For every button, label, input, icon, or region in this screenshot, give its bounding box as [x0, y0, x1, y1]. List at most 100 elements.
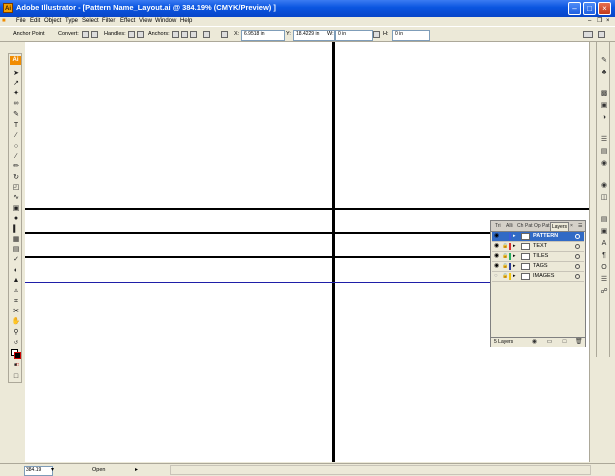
- layer-target-icon[interactable]: [575, 264, 580, 269]
- menu-help[interactable]: Help: [180, 17, 192, 26]
- tab-character[interactable]: Ch: [517, 222, 523, 230]
- fill-stroke-swatch[interactable]: [11, 349, 21, 359]
- layer-row-text[interactable]: ◉ 🔒 ▸ TEXT: [492, 242, 584, 252]
- scissors-tool-icon[interactable]: ✂: [11, 307, 21, 316]
- show-handles-icon[interactable]: [128, 31, 135, 38]
- horizontal-scrollbar[interactable]: [170, 465, 591, 475]
- transparency-panel-icon[interactable]: ◑: [599, 114, 609, 122]
- swap-fill-stroke-icon[interactable]: ↺: [11, 339, 21, 348]
- convert-smooth-icon[interactable]: [91, 31, 98, 38]
- expand-triangle-icon[interactable]: ▸: [513, 253, 516, 260]
- panel-options-icon[interactable]: [598, 31, 605, 38]
- symbols-panel-icon[interactable]: ♣: [599, 69, 609, 77]
- color-mode-icons[interactable]: ■□: [11, 361, 21, 370]
- menu-edit[interactable]: Edit: [30, 17, 40, 26]
- horizontal-line-2[interactable]: [25, 232, 490, 234]
- create-layer-icon[interactable]: □: [561, 339, 568, 346]
- expand-triangle-icon[interactable]: ▸: [513, 233, 516, 240]
- visibility-eye-icon[interactable]: ◉: [494, 263, 500, 269]
- layer-name[interactable]: PATTERN: [533, 232, 558, 241]
- hide-handles-icon[interactable]: [137, 31, 144, 38]
- lock-icon[interactable]: 🔒: [502, 273, 508, 279]
- free-transform-tool-icon[interactable]: ▣: [11, 204, 21, 213]
- tab-paragraph[interactable]: Pat: [525, 222, 533, 230]
- live-paint-selection-icon[interactable]: ▵: [11, 286, 21, 295]
- layer-name[interactable]: TAGS: [533, 262, 548, 271]
- type-tool-icon[interactable]: T: [11, 121, 21, 130]
- pencil-tool-icon[interactable]: ✏: [11, 162, 21, 171]
- graph-tool-icon[interactable]: ▍: [11, 225, 21, 234]
- menu-object[interactable]: Object: [44, 17, 61, 26]
- lock-icon[interactable]: 🔒: [502, 243, 508, 249]
- vertical-guide-line[interactable]: [332, 42, 335, 462]
- control-panel-menu-icon[interactable]: [583, 31, 593, 38]
- layer-target-icon[interactable]: [575, 234, 580, 239]
- eyedropper-tool-icon[interactable]: ✓: [11, 255, 21, 264]
- connect-anchor-icon[interactable]: [181, 31, 188, 38]
- menu-view[interactable]: View: [139, 17, 152, 26]
- visibility-eye-icon[interactable]: ◉: [494, 253, 500, 259]
- panel-menu-icon[interactable]: ☰: [578, 222, 582, 230]
- tab-layers[interactable]: Layers: [550, 222, 570, 231]
- paragraph-panel-icon[interactable]: ¶: [599, 252, 609, 260]
- selection-tool-icon[interactable]: ➤: [11, 69, 21, 78]
- doc-restore-icon[interactable]: ❐: [597, 17, 602, 26]
- tab-transform[interactable]: Tri: [495, 222, 501, 230]
- lock-icon[interactable]: 🔒: [502, 253, 508, 259]
- pathfinder-panel-icon[interactable]: ▣: [599, 228, 609, 236]
- layer-row-images[interactable]: ○ 🔒 ▸ IMAGES: [492, 272, 584, 282]
- isolate-icon[interactable]: [203, 31, 210, 38]
- expand-triangle-icon[interactable]: ▸: [513, 263, 516, 270]
- menu-file[interactable]: File: [16, 17, 26, 26]
- direct-selection-tool-icon[interactable]: ↗: [11, 79, 21, 88]
- maximize-button[interactable]: □: [583, 2, 596, 15]
- gradient-tool-icon[interactable]: ▤: [11, 245, 21, 254]
- layer-row-tags[interactable]: ◉ 🔒 ▸ TAGS: [492, 262, 584, 272]
- pen-tool-icon[interactable]: ✎: [11, 110, 21, 119]
- color-panel-icon[interactable]: ◉: [599, 160, 609, 168]
- layer-target-icon[interactable]: [575, 244, 580, 249]
- menu-filter[interactable]: Filter: [102, 17, 115, 26]
- screen-mode-icon[interactable]: □: [11, 372, 21, 381]
- convert-corner-icon[interactable]: [82, 31, 89, 38]
- x-field[interactable]: 6.9518 in: [241, 30, 285, 41]
- cut-path-icon[interactable]: [190, 31, 197, 38]
- layer-row-pattern[interactable]: ◉ ▸ PATTERN: [492, 232, 584, 242]
- ellipse-tool-icon[interactable]: ○: [11, 142, 21, 151]
- zoom-dropdown-icon[interactable]: ▾: [51, 466, 54, 473]
- illustrator-app-icon[interactable]: Ai: [3, 3, 13, 13]
- navigator-panel-icon[interactable]: ◉: [599, 182, 609, 190]
- create-sublayer-icon[interactable]: ▭: [546, 339, 553, 346]
- visibility-eye-icon[interactable]: ○: [494, 273, 500, 279]
- visibility-eye-icon[interactable]: ◉: [494, 233, 500, 239]
- magic-wand-tool-icon[interactable]: ✦: [11, 89, 21, 98]
- layer-name[interactable]: TILES: [533, 252, 548, 261]
- opentype-panel-icon[interactable]: O: [599, 264, 609, 272]
- appearance-panel-icon[interactable]: ▣: [599, 102, 609, 110]
- minimize-button[interactable]: –: [568, 2, 581, 15]
- warp-tool-icon[interactable]: ∿: [11, 193, 21, 202]
- scale-tool-icon[interactable]: ◰: [11, 183, 21, 192]
- graphic-styles-panel-icon[interactable]: ▩: [599, 90, 609, 98]
- layers-dock-icon[interactable]: ☰: [599, 276, 609, 284]
- brush-panel-icon[interactable]: ✎: [599, 57, 609, 65]
- character-panel-icon[interactable]: A: [599, 240, 609, 248]
- reference-point-icon[interactable]: [221, 31, 228, 38]
- gradient-panel-icon[interactable]: ▤: [599, 148, 609, 156]
- lock-icon[interactable]: 🔒: [502, 263, 508, 269]
- status-menu-icon[interactable]: ▸: [135, 466, 138, 473]
- remove-anchor-icon[interactable]: [172, 31, 179, 38]
- lasso-tool-icon[interactable]: ∞: [11, 99, 21, 108]
- visibility-eye-icon[interactable]: ◉: [494, 243, 500, 249]
- stroke-panel-icon[interactable]: ☰: [599, 136, 609, 144]
- doc-close-icon[interactable]: ×: [606, 17, 610, 26]
- tab-pathfinder[interactable]: Pat: [542, 222, 550, 230]
- blend-tool-icon[interactable]: ◐: [11, 266, 21, 275]
- live-paint-tool-icon[interactable]: ▲: [11, 276, 21, 285]
- menu-select[interactable]: Select: [82, 17, 99, 26]
- expand-triangle-icon[interactable]: ▸: [513, 273, 516, 280]
- layer-target-icon[interactable]: [575, 254, 580, 259]
- horizontal-line-1[interactable]: [25, 208, 589, 210]
- symbol-sprayer-tool-icon[interactable]: ●: [11, 214, 21, 223]
- tab-align[interactable]: Alli: [506, 222, 513, 230]
